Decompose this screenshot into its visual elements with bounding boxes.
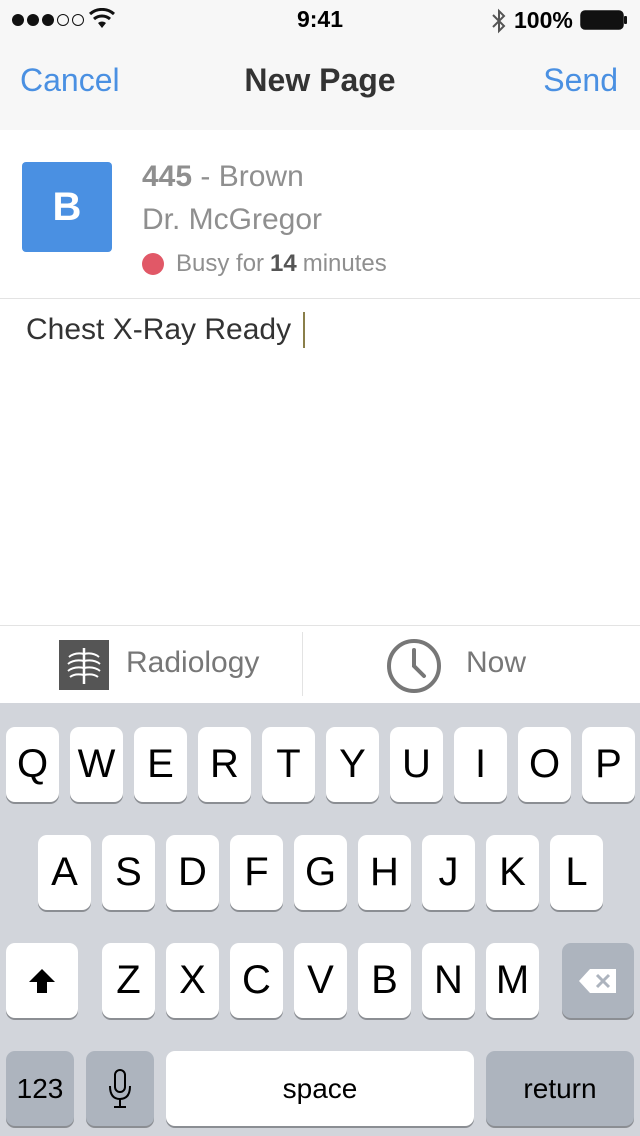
key-z[interactable]: Z xyxy=(102,943,155,1018)
divider xyxy=(0,298,640,299)
key-w[interactable]: W xyxy=(70,727,123,802)
key-v[interactable]: V xyxy=(294,943,347,1018)
key-m[interactable]: M xyxy=(486,943,539,1018)
key-p[interactable]: P xyxy=(582,727,635,802)
key-k[interactable]: K xyxy=(486,835,539,910)
busy-status-dot xyxy=(142,253,164,275)
key-d[interactable]: D xyxy=(166,835,219,910)
key-q[interactable]: Q xyxy=(6,727,59,802)
return-key[interactable]: return xyxy=(486,1051,634,1126)
status-suffix: minutes xyxy=(302,250,387,277)
key-l[interactable]: L xyxy=(550,835,603,910)
key-e[interactable]: E xyxy=(134,727,187,802)
key-y[interactable]: Y xyxy=(326,727,379,802)
key-f[interactable]: F xyxy=(230,835,283,910)
department-label: Radiology xyxy=(126,646,260,679)
key-n[interactable]: N xyxy=(422,943,475,1018)
send-button[interactable]: Send xyxy=(543,62,618,99)
avatar: B xyxy=(22,162,112,252)
key-j[interactable]: J xyxy=(422,835,475,910)
keyboard: Q W E R T Y U I O P A S D F G H J K L Z … xyxy=(0,703,640,1136)
key-t[interactable]: T xyxy=(262,727,315,802)
delete-key[interactable] xyxy=(562,943,634,1018)
status-minutes: 14 xyxy=(270,250,297,277)
key-r[interactable]: R xyxy=(198,727,251,802)
message-input[interactable]: Chest X-Ray Ready xyxy=(26,312,306,348)
numbers-key[interactable]: 123 xyxy=(6,1051,74,1126)
shift-arrow-icon xyxy=(29,968,55,993)
key-h[interactable]: H xyxy=(358,835,411,910)
key-s[interactable]: S xyxy=(102,835,155,910)
availability-status: Busy for 14 minutes xyxy=(142,250,387,278)
key-b[interactable]: B xyxy=(358,943,411,1018)
key-a[interactable]: A xyxy=(38,835,91,910)
bluetooth-icon xyxy=(492,8,506,34)
radiology-xray-icon xyxy=(59,640,109,690)
microphone-icon xyxy=(109,1068,131,1108)
status-prefix: Busy for xyxy=(176,250,265,277)
key-u[interactable]: U xyxy=(390,727,443,802)
room-number: 445 xyxy=(142,160,193,193)
text-cursor xyxy=(303,312,306,348)
battery-percent: 100% xyxy=(514,7,573,33)
doctor-name: Dr. McGregor xyxy=(142,203,323,236)
clock-icon xyxy=(387,639,441,693)
space-key[interactable]: space xyxy=(166,1051,474,1126)
battery-icon xyxy=(580,10,627,30)
key-g[interactable]: G xyxy=(294,835,347,910)
room-separator: - xyxy=(192,160,219,193)
key-x[interactable]: X xyxy=(166,943,219,1018)
time-label: Now xyxy=(466,646,527,679)
key-i[interactable]: I xyxy=(454,727,507,802)
backspace-icon xyxy=(579,968,616,993)
message-text: Chest X-Ray Ready xyxy=(26,313,292,346)
recipient-room-patient: 445 - Brown xyxy=(142,160,304,194)
dictation-key[interactable] xyxy=(86,1051,154,1126)
shift-key[interactable] xyxy=(6,943,78,1018)
key-o[interactable]: O xyxy=(518,727,571,802)
patient-name: Brown xyxy=(218,160,304,193)
key-c[interactable]: C xyxy=(230,943,283,1018)
